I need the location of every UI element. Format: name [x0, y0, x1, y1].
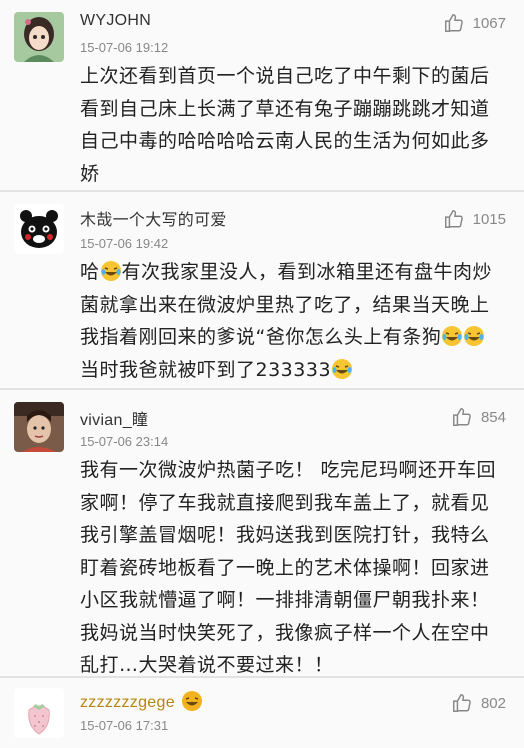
- laughing-emoji-icon: [181, 691, 202, 711]
- thumbs-up-icon: [444, 210, 463, 228]
- like-button[interactable]: 854: [451, 406, 506, 428]
- timestamp: 15-07-06 19:12: [80, 40, 169, 55]
- comment-item: 木哉一个大写的可爱 15-07-06 19:42 1015 哈有次我家里没人，看…: [0, 192, 524, 388]
- timestamp: 15-07-06 19:42: [80, 236, 169, 251]
- avatar[interactable]: [14, 204, 64, 254]
- like-count: 1015: [472, 210, 506, 228]
- thumbs-up-icon: [452, 694, 471, 712]
- strawberry-avatar-icon: [14, 688, 64, 738]
- avatar[interactable]: [14, 12, 64, 62]
- comment-text: 我有一次微波炉热菌子吃！ 吃完尼玛啊还开车回家啊！停了车我就直接爬到我车盖上了，…: [80, 459, 497, 676]
- like-button[interactable]: 1067: [443, 12, 506, 34]
- comment-text: 上次还看到首页一个说自己吃了中午剩下的菌后看到自己床上长满了草还有兔子蹦蹦跳跳才…: [80, 65, 490, 185]
- username[interactable]: vivian_瞳: [80, 406, 148, 430]
- text-segment: 当时我爸就被吓到了233333: [80, 358, 332, 381]
- comment-text: 哈有次我家里没人，看到冰箱里还有盘牛肉炒菌就拿出来在微波炉里热了吃了，结果当天晚…: [80, 256, 500, 386]
- like-button[interactable]: 802: [451, 692, 506, 714]
- username[interactable]: 木哉一个大写的可爱: [80, 206, 227, 230]
- laughing-crying-emoji-icon: [442, 326, 463, 346]
- like-button[interactable]: 1015: [443, 208, 506, 230]
- laughing-crying-emoji-icon: [100, 261, 121, 281]
- username-text: zzzzzzzgege: [80, 694, 175, 711]
- laughing-crying-emoji-icon: [464, 326, 485, 346]
- thumbs-up-icon: [444, 14, 463, 32]
- username[interactable]: zzzzzzzgege: [80, 690, 203, 712]
- like-count: 802: [480, 694, 506, 712]
- comment-item: zzzzzzzgege 15-07-06 17:31 802: [0, 678, 524, 748]
- comment-item: WYJOHN 15-07-06 19:12 1067 上次还看到首页一个说自己吃…: [0, 0, 524, 190]
- laughing-crying-emoji-icon: [332, 358, 353, 379]
- comment-item: vivian_瞳 15-07-06 23:14 854 我有一次微波炉热菌子吃！…: [0, 390, 524, 676]
- kumamon-avatar-icon: [14, 204, 64, 254]
- like-count: 1067: [472, 14, 506, 32]
- timestamp: 15-07-06 23:14: [80, 434, 169, 449]
- text-segment: 有次我家里没人，看到冰箱里还有盘牛肉炒菌就拿出来在微波炉里热了吃了，结果当天晚上…: [80, 261, 493, 348]
- avatar[interactable]: [14, 688, 64, 738]
- anime-girl-avatar-icon: [14, 12, 64, 62]
- portrait-avatar-icon: [14, 402, 64, 452]
- text-segment: 哈: [80, 261, 100, 283]
- avatar[interactable]: [14, 402, 64, 452]
- thumbs-up-icon: [452, 408, 471, 426]
- like-count: 854: [480, 408, 506, 426]
- timestamp: 15-07-06 17:31: [80, 718, 169, 733]
- username[interactable]: WYJOHN: [80, 12, 151, 30]
